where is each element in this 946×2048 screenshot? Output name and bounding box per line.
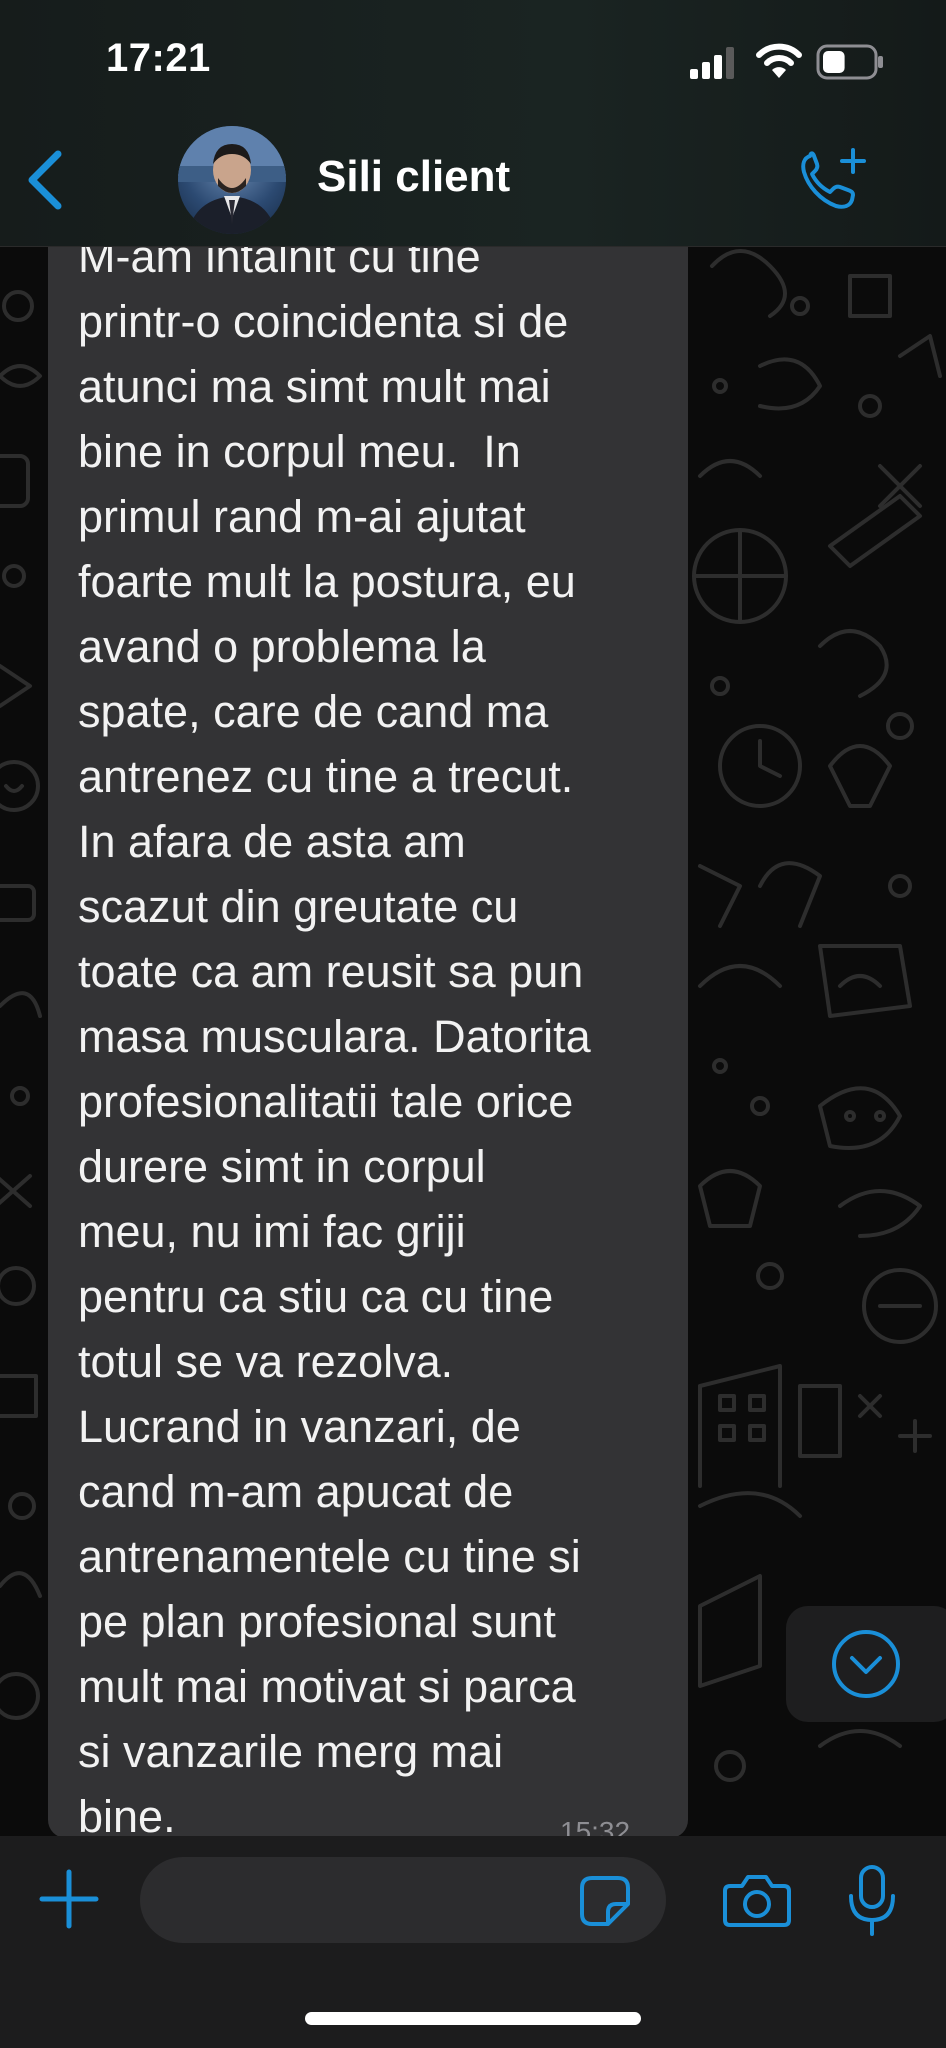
- back-chevron-icon[interactable]: [22, 148, 66, 212]
- microphone-icon[interactable]: [846, 1864, 898, 1938]
- battery-icon: [816, 44, 883, 80]
- message-text: M-am intalnit cu tine printr-o coinciden…: [78, 231, 591, 1842]
- contact-name[interactable]: Sili client: [317, 152, 510, 202]
- camera-icon[interactable]: [722, 1872, 792, 1928]
- wifi-icon: [756, 43, 802, 78]
- avatar-photo: [178, 126, 286, 234]
- status-time: 17:21: [106, 36, 211, 80]
- chevron-down-circle-icon: [832, 1630, 900, 1698]
- sticker-icon[interactable]: [578, 1874, 632, 1928]
- cellular-signal-icon: [690, 47, 734, 79]
- plus-icon[interactable]: [38, 1868, 100, 1930]
- avatar[interactable]: [178, 126, 286, 234]
- scroll-to-bottom-button[interactable]: [786, 1606, 946, 1722]
- home-indicator[interactable]: [305, 2012, 641, 2025]
- status-bar: 17:21: [0, 0, 946, 120]
- add-call-icon[interactable]: [796, 146, 868, 212]
